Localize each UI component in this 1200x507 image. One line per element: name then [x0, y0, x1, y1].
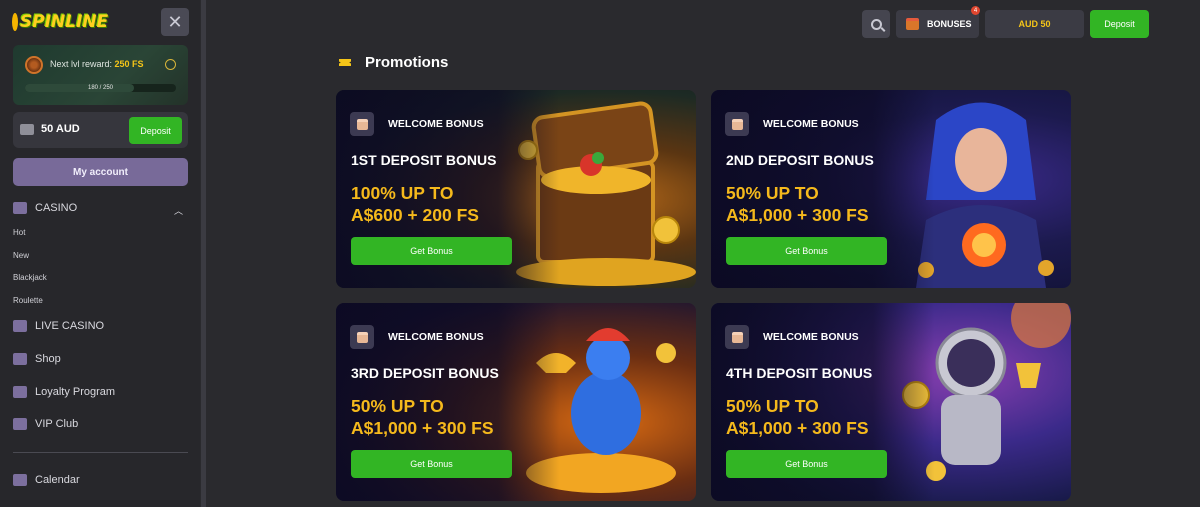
sidebar-item-label: LIVE CASINO — [35, 320, 105, 332]
promo-title: 1ST DEPOSIT BONUS — [351, 152, 497, 168]
sidebar-deposit-button[interactable]: Deposit — [129, 117, 182, 144]
bonuses-count-badge: 4 — [971, 6, 980, 15]
close-icon: ✕ — [167, 11, 183, 32]
promo-tag-text: WELCOME BONUS — [388, 118, 484, 130]
balance-amount: 50 AUD — [41, 123, 80, 135]
close-sidebar-button[interactable]: ✕ — [161, 8, 189, 36]
promo-tag-text: WELCOME BONUS — [763, 331, 859, 343]
promo-offer-line2: A$1,000 + 300 FS — [351, 418, 494, 438]
calendar-icon — [13, 474, 27, 486]
progress-text: 180 / 250 — [87, 85, 114, 91]
bonuses-label: BONUSES — [927, 19, 972, 29]
promo-card-1[interactable]: WELCOME BONUS 1ST DEPOSIT BONUS 100% UP … — [336, 90, 696, 288]
promo-title: 3RD DEPOSIT BONUS — [351, 365, 499, 381]
sidebar-item-shop[interactable]: Shop — [13, 353, 61, 365]
promo-card-3[interactable]: WELCOME BONUS 3RD DEPOSIT BONUS 50% UP T… — [336, 303, 696, 501]
promo-tag-text: WELCOME BONUS — [763, 118, 859, 130]
sidebar-subitem-roulette[interactable]: Roulette — [13, 296, 43, 305]
promo-tag: WELCOME BONUS — [725, 325, 859, 349]
sidebar-subitem-new[interactable]: New — [13, 251, 29, 260]
promo-tag: WELCOME BONUS — [725, 112, 859, 136]
promo-offer: 50% UP TO A$1,000 + 300 FS — [726, 182, 869, 226]
gift-icon — [350, 112, 374, 136]
promo-offer-line2: A$1,000 + 300 FS — [726, 205, 869, 225]
reward-value: 250 FS — [114, 59, 144, 69]
balance-card: 50 AUD Deposit — [13, 112, 188, 148]
promo-tag: WELCOME BONUS — [350, 325, 484, 349]
balance-button[interactable]: AUD 50 — [985, 10, 1084, 38]
page-title: Promotions — [339, 54, 448, 71]
sidebar-subitem-blackjack[interactable]: Blackjack — [13, 273, 47, 282]
chest-icon — [906, 18, 919, 30]
logo[interactable]: SPINLINE — [12, 8, 108, 36]
sidebar-item-vip-club[interactable]: VIP Club — [13, 418, 78, 430]
sidebar-item-label: CASINO — [35, 202, 78, 214]
promo-card-2[interactable]: WELCOME BONUS 2ND DEPOSIT BONUS 50% UP T… — [711, 90, 1071, 288]
promo-offer: 50% UP TO A$1,000 + 300 FS — [726, 395, 869, 439]
promo-offer-line1: 50% UP TO — [726, 396, 819, 416]
sidebar-scrollbar[interactable] — [201, 0, 206, 507]
promo-offer-line2: A$1,000 + 300 FS — [726, 418, 869, 438]
gift-icon — [350, 325, 374, 349]
sidebar-divider — [13, 452, 188, 453]
get-bonus-button[interactable]: Get Bonus — [351, 237, 512, 265]
level-coin-icon — [25, 56, 43, 74]
logo-mark-icon — [12, 13, 18, 31]
reward-label: Next lvl reward: — [50, 59, 113, 69]
bonuses-button[interactable]: BONUSES — [896, 10, 979, 38]
sidebar-item-live-casino[interactable]: LIVE CASINO — [13, 320, 104, 332]
search-button[interactable] — [862, 10, 890, 38]
promo-offer-line1: 50% UP TO — [351, 396, 444, 416]
get-bonus-button[interactable]: Get Bonus — [351, 450, 512, 478]
get-bonus-button[interactable]: Get Bonus — [726, 450, 887, 478]
crown-icon — [13, 320, 27, 332]
header-deposit-button[interactable]: Deposit — [1090, 10, 1149, 38]
search-icon — [870, 18, 882, 30]
sidebar-item-label: Calendar — [35, 474, 80, 486]
my-account-button[interactable]: My account — [13, 158, 188, 186]
promo-tag-text: WELCOME BONUS — [388, 331, 484, 343]
level-reward-card: Next lvl reward: 250 FS 180 / 250 — [13, 45, 188, 105]
basket-icon — [13, 353, 27, 365]
sidebar-item-label: Loyalty Program — [35, 386, 116, 398]
ticket-icon — [339, 59, 351, 66]
next-level-reward: Next lvl reward: 250 FS — [50, 59, 144, 69]
diamond-icon — [13, 386, 27, 398]
sidebar-item-label: VIP Club — [35, 418, 79, 430]
promo-offer: 100% UP TO A$600 + 200 FS — [351, 182, 479, 226]
promo-card-4[interactable]: WELCOME BONUS 4TH DEPOSIT BONUS 50% UP T… — [711, 303, 1071, 501]
sidebar-subitem-hot[interactable]: Hot — [13, 228, 25, 237]
gift-icon — [725, 112, 749, 136]
level-progress-bar: 180 / 250 — [25, 84, 176, 92]
chevron-up-icon[interactable]: ︿ — [174, 204, 183, 217]
promo-tag: WELCOME BONUS — [350, 112, 484, 136]
promo-offer-line1: 50% UP TO — [726, 183, 819, 203]
page-title-text: Promotions — [365, 54, 449, 71]
sidebar-item-loyalty-program[interactable]: Loyalty Program — [13, 386, 115, 398]
wallet-icon — [20, 124, 34, 135]
crown-icon — [13, 418, 27, 430]
promo-title: 4TH DEPOSIT BONUS — [726, 365, 873, 381]
logo-text: SPINLINE — [20, 12, 109, 32]
promo-offer-line1: 100% UP TO — [351, 183, 454, 203]
gift-icon — [725, 325, 749, 349]
promo-offer-line2: A$600 + 200 FS — [351, 205, 479, 225]
promo-title: 2ND DEPOSIT BONUS — [726, 152, 874, 168]
sidebar: SPINLINE ✕ Next lvl reward: 250 FS 180 /… — [0, 0, 200, 507]
get-bonus-button[interactable]: Get Bonus — [726, 237, 887, 265]
sidebar-item-calendar[interactable]: Calendar — [13, 474, 80, 486]
casino-icon — [13, 202, 27, 214]
sidebar-item-casino[interactable]: CASINO — [13, 202, 77, 214]
clock-icon[interactable] — [165, 59, 176, 70]
promo-offer: 50% UP TO A$1,000 + 300 FS — [351, 395, 494, 439]
sidebar-item-label: Shop — [35, 353, 61, 365]
